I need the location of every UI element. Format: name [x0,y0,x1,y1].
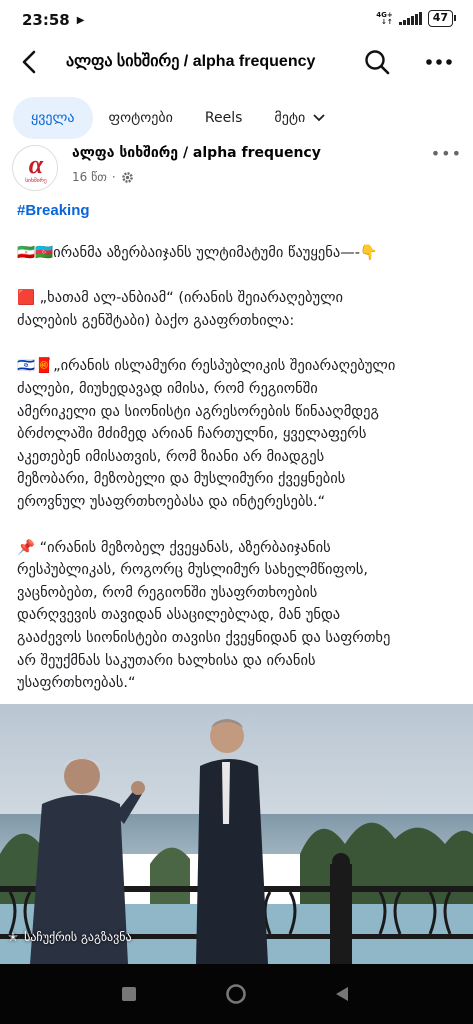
tab-more-label: მეტი [274,110,306,126]
tab-all[interactable]: ყველა [13,97,93,139]
svg-text:α: α [29,150,44,179]
star-icon: ✭ [8,930,19,944]
post-page-name[interactable]: ალფა სიხშირე / alpha frequency [72,145,321,161]
network-indicator: 4G+ ↓↑ [376,11,393,26]
post-paragraph: 🇮🇷🇦🇿ირანმა აზერბაიჯანს ულტიმატუმი წაუყენ… [17,244,378,261]
gear-icon [121,171,133,183]
tab-all-label: ყველა [31,110,75,126]
post-paragraph: 📌 “ირანის მეზობელ ქვეყანას, აზერბაიჯანის… [17,539,391,692]
home-icon[interactable] [225,983,247,1005]
send-gift-label: საჩუქრის გაგზავნა [24,930,132,944]
avatar-text: სიხშირე [25,177,47,184]
search-icon[interactable] [363,48,391,76]
dot-separator: · [111,170,116,184]
chevron-down-icon [313,97,325,139]
status-bar: 23:58 ▶ 4G+ ↓↑ 47 [0,0,473,40]
status-time: 23:58 [22,11,70,29]
status-indicators: 4G+ ↓↑ 47 [376,10,457,27]
hashtag-link[interactable]: #Breaking [17,200,465,223]
app-header: ალფა სიხშირე / alpha frequency [0,40,473,84]
post-body: #Breaking 🇮🇷🇦🇿ირანმა აზერბაიჯანს ულტიმატ… [17,200,465,718]
post-meta: 16 წთ · [72,170,134,184]
send-gift-button[interactable]: ✭ საჩუქრის გაგზავნა [8,930,132,944]
post-header: α სიხშირე ალფა სიხშირე / alpha frequency… [12,142,462,194]
post-paragraph: 🟥 „ხათამ ალ-ანბიამ“ (ირანის შეიარაღებული… [17,290,344,329]
system-navbar [0,964,473,1024]
media-play-icon: ▶ [76,14,85,26]
tab-reels-label: Reels [204,110,243,126]
page-title: ალფა სიხშირე / alpha frequency [66,53,316,70]
photo-image [0,704,473,964]
battery-icon: 47 [427,10,457,27]
network-arrows: ↓↑ [380,17,393,26]
recents-icon[interactable] [121,986,137,1002]
page-avatar[interactable]: α სიხშირე [12,145,58,191]
tab-photos[interactable]: ფოტოები [93,97,189,139]
filter-tabs: ყველა ფოტოები Reels მეტი [13,96,341,140]
post-time: 16 წთ [72,170,107,184]
signal-icon [398,12,422,25]
tab-reels[interactable]: Reels [189,97,259,139]
tab-more[interactable]: მეტი [258,97,341,139]
back-icon[interactable] [334,986,350,1002]
post-more-icon[interactable]: ••• [431,144,462,163]
battery-level: 47 [432,11,448,24]
tab-photos-label: ფოტოები [108,110,173,126]
post-paragraph: 🇮🇱🧧„ირანის ისლამური რესპუბლიკის შეიარაღე… [17,358,396,510]
post-photo[interactable]: ✭ საჩუქრის გაგზავნა [0,704,473,964]
back-arrow-icon[interactable] [16,46,46,78]
more-options-icon[interactable] [425,50,453,74]
